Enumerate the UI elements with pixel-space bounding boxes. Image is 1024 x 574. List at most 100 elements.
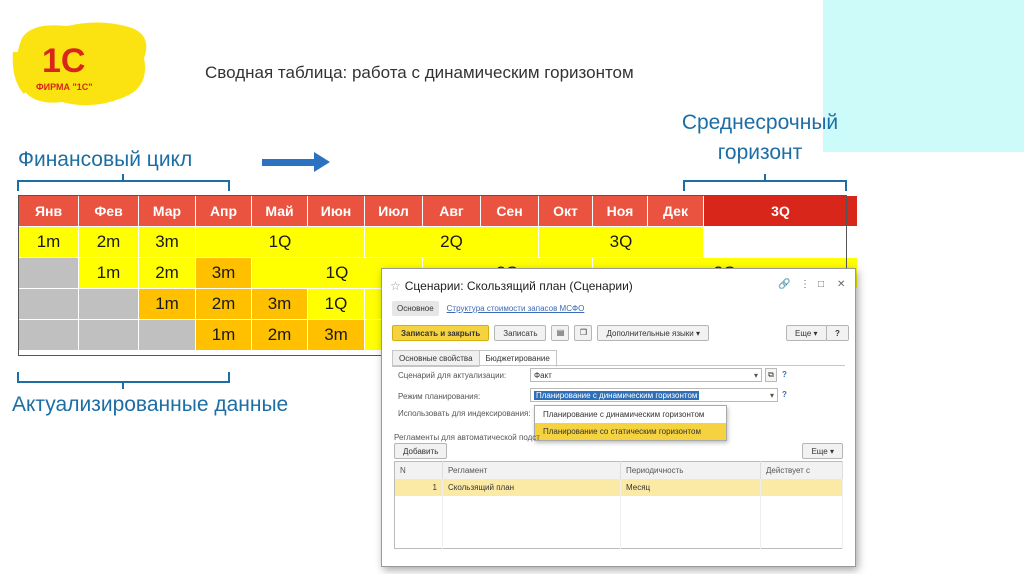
logo-1c-text: 1С <box>42 42 85 80</box>
more-button-table[interactable]: Еще ▾ <box>802 443 843 459</box>
header-cell: Июн <box>307 195 365 227</box>
tab-main[interactable]: Основное <box>392 300 439 316</box>
table-cell: 2Q <box>364 226 539 258</box>
table-cell: 1m <box>138 288 196 320</box>
table-cell: 3m <box>138 226 196 258</box>
table-cell: 2m <box>78 226 139 258</box>
table-row: 1m 2m 3m 1Q 2Q 3Q <box>18 226 858 258</box>
header-cell: Мар <box>138 195 196 227</box>
arrow-shaft <box>262 159 317 166</box>
empty-cell <box>442 496 621 548</box>
tab-panel-divider <box>392 365 845 366</box>
col-n[interactable]: N <box>394 461 443 479</box>
table-cell <box>78 288 139 320</box>
scenario-window: ☆ Сценарии: Скользящий план (Сценарии) 🔗 … <box>381 268 856 567</box>
empty-cell <box>760 496 843 548</box>
slide-title: Сводная таблица: работа с динамическим г… <box>205 63 634 82</box>
header-cell: Окт <box>538 195 593 227</box>
copy-icon[interactable]: ❐ <box>574 325 593 341</box>
header-cell: Июл <box>364 195 423 227</box>
window-title: ☆ Сценарии: Скользящий план (Сценарии) <box>390 279 633 293</box>
label-actualized-data: Актуализированные данные <box>12 393 289 416</box>
scenario-label: Сценарий для актуализации: <box>398 371 507 380</box>
add-button[interactable]: Добавить <box>394 443 448 459</box>
header-cell-3q: 3Q <box>703 195 858 227</box>
dropdown-option-static[interactable]: Планирование со статическим горизонтом <box>535 423 726 440</box>
reglaments-label: Регламенты для автоматической подст <box>394 433 540 442</box>
table-cell: 2m <box>138 257 196 289</box>
scenario-field[interactable]: Факт ▾ <box>530 368 762 382</box>
star-icon[interactable]: ☆ <box>390 279 401 293</box>
close-icon[interactable]: ✕ <box>837 279 845 290</box>
save-close-button[interactable]: Записать и закрыть <box>392 325 490 341</box>
more2-label: Еще <box>811 447 828 456</box>
label-medium-term-line1: Среднесрочный <box>681 111 839 134</box>
table-header-row: Янв Фев Мар Апр Май Июн Июл Авг Сен Окт … <box>18 195 858 227</box>
header-cell: Дек <box>647 195 704 227</box>
label-financial-cycle: Финансовый цикл <box>18 148 193 171</box>
planning-mode-dropdown: Планирование с динамическим горизонтом П… <box>534 405 727 441</box>
arrow-right-icon <box>314 152 330 172</box>
empty-cell <box>620 496 761 548</box>
logo-firm-text: ФИРМА "1С" <box>36 82 93 92</box>
planning-mode-select[interactable]: Планирование с динамическим горизонтом ▾ <box>530 388 778 402</box>
table-cell: 1m <box>78 257 139 289</box>
more-button[interactable]: Еще ▾ <box>786 325 827 341</box>
extra-languages-button[interactable]: Дополнительные языки ▾ <box>597 325 710 341</box>
table-cell: 1m <box>18 226 79 258</box>
table-cell: 2m <box>195 288 252 320</box>
empty-cell <box>394 496 443 548</box>
header-cell: Сен <box>480 195 539 227</box>
more-icon[interactable]: ⋮ <box>800 279 810 290</box>
help-icon[interactable]: ? <box>782 370 787 379</box>
table-cell <box>18 319 79 351</box>
table-row[interactable]: 1 Скользящий план Месяц <box>394 479 843 496</box>
help-icon[interactable]: ? <box>782 390 787 399</box>
reglaments-table: N Регламент Периодичность Действует с 1 … <box>394 461 843 549</box>
label-medium-term-line2: горизонт <box>717 141 803 164</box>
cell-n: 1 <box>394 479 443 496</box>
bracket-medium-term <box>683 174 847 191</box>
toolbar: Записать и закрыть Записать ▤ ❐ Дополнит… <box>392 325 710 341</box>
maximize-icon[interactable]: □ <box>818 279 824 290</box>
save-button[interactable]: Записать <box>494 325 547 341</box>
index-label: Использовать для индексирования: <box>398 409 531 418</box>
col-reglament[interactable]: Регламент <box>442 461 621 479</box>
chevron-down-icon[interactable]: ▾ <box>770 391 774 400</box>
header-cell: Май <box>251 195 308 227</box>
table-cell: 1m <box>195 319 252 351</box>
table-cell: 3m <box>307 319 365 351</box>
table-header-row: N Регламент Периодичность Действует с <box>394 461 843 479</box>
table-cell <box>138 319 196 351</box>
table-cell: 1Q <box>195 226 365 258</box>
table-empty-area <box>394 496 843 548</box>
header-cell: Авг <box>422 195 481 227</box>
chevron-down-icon[interactable]: ▾ <box>754 371 758 380</box>
bracket-actualized <box>17 372 230 389</box>
help-button[interactable]: ? <box>826 325 849 341</box>
link-icon[interactable]: 🔗 <box>778 279 790 290</box>
scenario-value: Факт <box>534 371 552 380</box>
cell-reglament: Скользящий план <box>442 479 621 496</box>
table-cell: 3m <box>251 288 308 320</box>
bracket-financial-cycle <box>17 174 230 191</box>
more-label: Еще <box>795 329 812 338</box>
label-medium-term: Среднесрочный горизонт <box>660 108 860 168</box>
table-cell <box>18 257 79 289</box>
col-since[interactable]: Действует с <box>760 461 843 479</box>
planning-mode-label: Режим планирования: <box>398 392 481 401</box>
header-cell: Янв <box>18 195 79 227</box>
window-nav: Основное Структура стоимости запасов МСФ… <box>392 300 584 316</box>
dropdown-option-dynamic[interactable]: Планирование с динамическим горизонтом <box>535 406 726 423</box>
table-cell <box>78 319 139 351</box>
table-cell: 3Q <box>538 226 704 258</box>
logo-1c: 1С ФИРМА "1С" <box>12 22 147 106</box>
report-icon[interactable]: ▤ <box>551 325 570 341</box>
tab-link-msfo[interactable]: Структура стоимости запасов МСФО <box>447 304 585 313</box>
open-icon[interactable]: ⧉ <box>765 368 777 382</box>
window-title-text: Сценарии: Скользящий план (Сценарии) <box>404 279 633 293</box>
planning-mode-value: Планирование с динамическим горизонтом <box>534 391 700 400</box>
col-period[interactable]: Периодичность <box>620 461 761 479</box>
table-cell: 3m <box>195 257 252 289</box>
header-cell: Фев <box>78 195 139 227</box>
